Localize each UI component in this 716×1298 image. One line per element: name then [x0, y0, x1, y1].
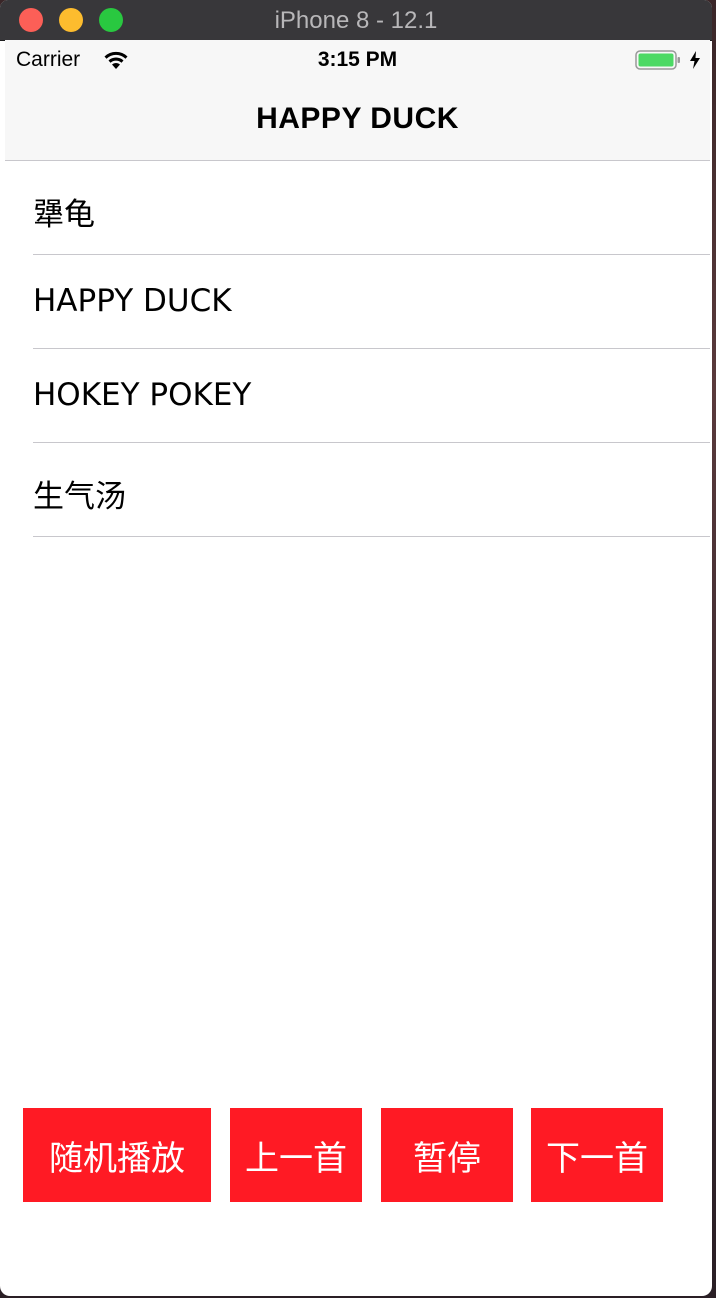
previous-button[interactable]: 上一首	[230, 1108, 362, 1202]
song-title: 犟龟	[33, 197, 95, 233]
song-row-4[interactable]: 生气汤	[5, 443, 710, 537]
navigation-bar: HAPPY DUCK	[5, 80, 710, 161]
pause-button[interactable]: 暂停	[381, 1108, 513, 1202]
song-title: HAPPY DUCK	[33, 283, 232, 319]
row-divider	[33, 536, 710, 537]
shuffle-button[interactable]: 随机播放	[23, 1108, 211, 1202]
song-row-3[interactable]: HOKEY POKEY	[5, 349, 710, 443]
battery-icon	[635, 50, 680, 70]
status-bar: Carrier 3:15 PM	[5, 40, 710, 80]
song-title: HOKEY POKEY	[33, 377, 252, 413]
song-title: 生气汤	[33, 479, 126, 515]
charging-bolt-icon	[690, 51, 700, 69]
next-button[interactable]: 下一首	[531, 1108, 663, 1202]
window-titlebar: iPhone 8 - 12.1	[0, 0, 712, 41]
window-title: iPhone 8 - 12.1	[274, 7, 438, 34]
status-time: 3:15 PM	[317, 48, 398, 71]
song-list: 犟龟 HAPPY DUCK HOKEY POKEY 生气汤	[5, 161, 710, 537]
song-row-2[interactable]: HAPPY DUCK	[5, 255, 710, 349]
song-row-1[interactable]: 犟龟	[5, 161, 710, 255]
simulator-window: iPhone 8 - 12.1 Carrier 3:15 PM HAPPY DU…	[0, 0, 712, 1296]
page-title: HAPPY DUCK	[256, 102, 459, 135]
